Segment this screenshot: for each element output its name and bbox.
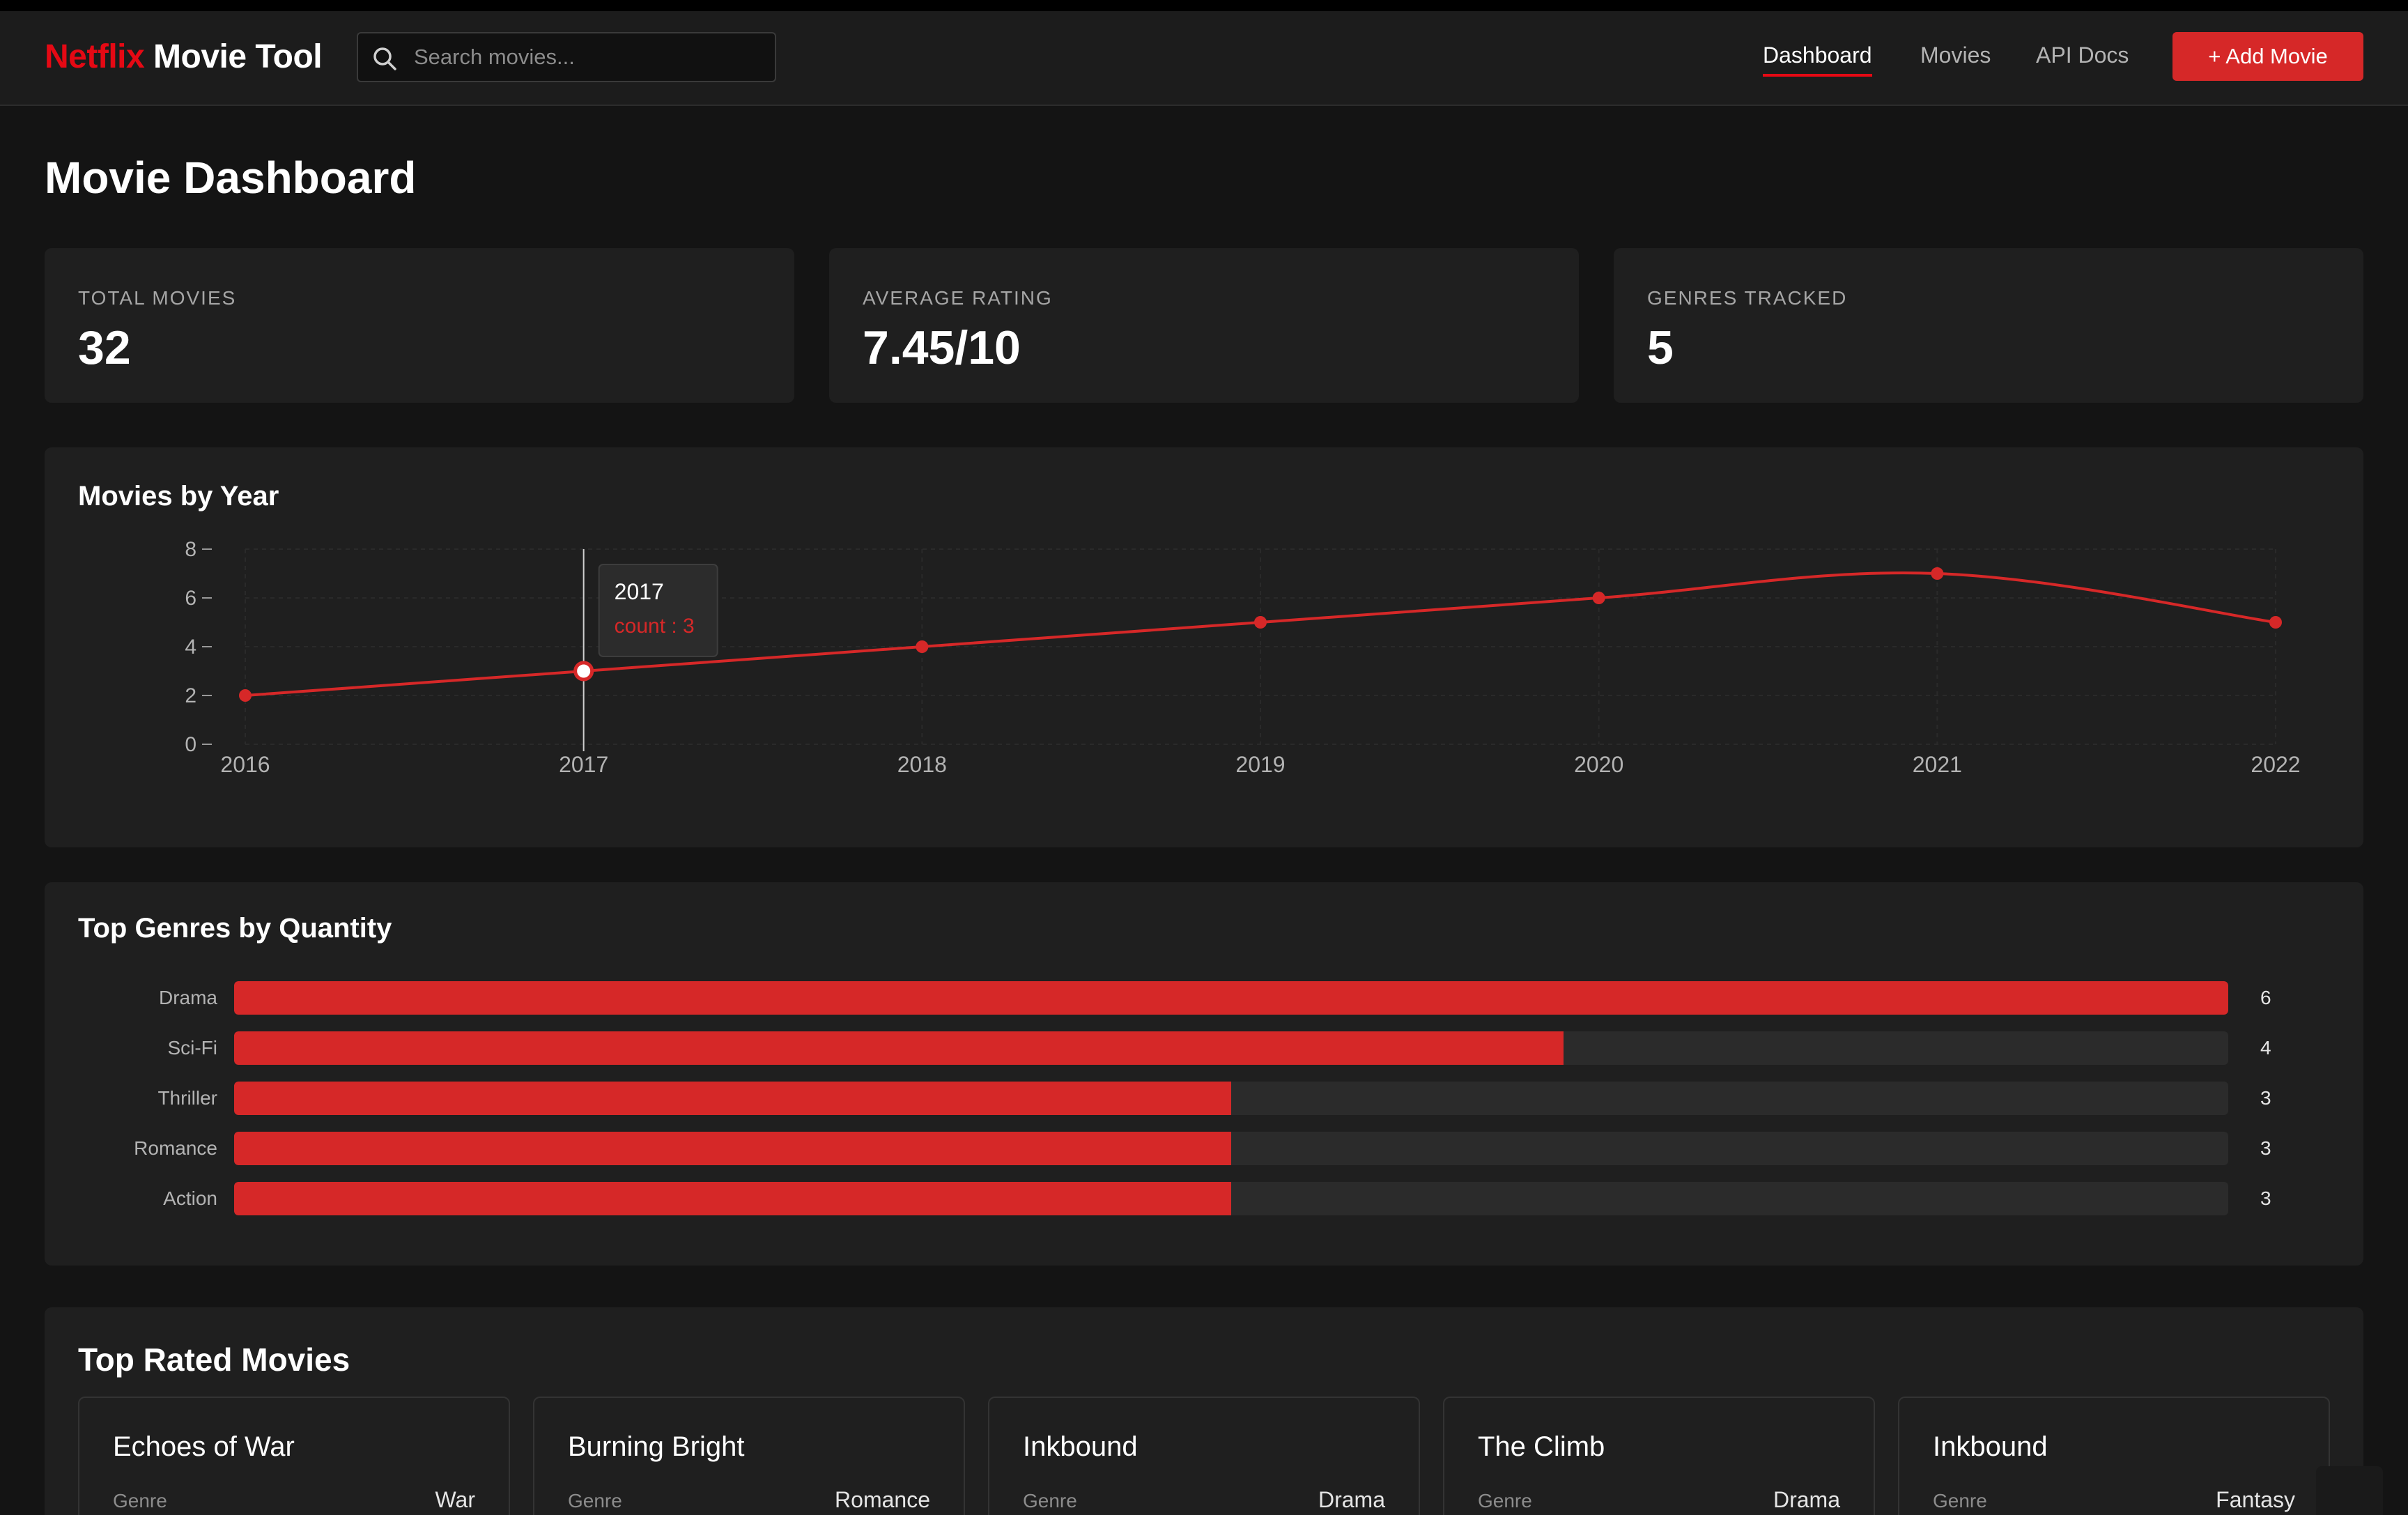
genre-bar[interactable] <box>234 1031 1564 1065</box>
movie-card[interactable]: Echoes of War Genre War <box>78 1397 510 1515</box>
y-tick-label: 2 <box>185 684 196 707</box>
stat-value: 7.45/10 <box>863 321 1021 374</box>
floating-corner-widget <box>2316 1466 2383 1515</box>
data-point[interactable] <box>1592 592 1605 604</box>
data-point[interactable] <box>1931 567 1944 580</box>
tooltip-box <box>598 564 718 657</box>
movie-genre-value: Drama <box>1318 1487 1385 1512</box>
nav-link-dashboard[interactable]: Dashboard <box>1763 43 1872 77</box>
movie-genre-value: Romance <box>835 1487 930 1512</box>
stat-label: TOTAL MOVIES <box>78 287 237 309</box>
genre-label: Drama <box>158 987 217 1008</box>
section-title: Top Genres by Quantity <box>78 913 392 944</box>
stat-card-genres-tracked: GENRES TRACKED 5 <box>1614 248 2363 403</box>
x-tick-label: 2019 <box>1235 752 1285 777</box>
x-tick-label: 2020 <box>1574 752 1623 777</box>
genre-count: 6 <box>2260 987 2271 1008</box>
movie-genre-value: War <box>435 1487 475 1512</box>
movies-by-year-card: Movies by Year 0 2 4 6 8 2016 2017 2018 2019 2020… <box>45 447 2363 847</box>
movie-card[interactable]: Burning Bright Genre Romance <box>533 1397 965 1515</box>
genre-bar-track <box>234 1082 2228 1115</box>
data-point-active[interactable] <box>573 661 594 682</box>
genre-bar-track <box>234 981 2228 1015</box>
x-tick-label: 2016 <box>220 752 270 777</box>
movie-title: Burning Bright <box>568 1431 745 1462</box>
data-point[interactable] <box>916 640 929 653</box>
movie-genre-key: Genre <box>1478 1490 1532 1512</box>
genre-bar[interactable] <box>234 1082 1231 1115</box>
movie-card[interactable]: The Climb Genre Drama <box>1443 1397 1875 1515</box>
nav-link-movies[interactable]: Movies <box>1920 43 1991 68</box>
stat-label: GENRES TRACKED <box>1647 287 1848 309</box>
window-top-strip <box>0 0 2408 11</box>
movie-genre-key: Genre <box>1933 1490 1987 1512</box>
x-tick-label: 2022 <box>2251 752 2300 777</box>
genre-label: Action <box>163 1187 217 1209</box>
y-tick-label: 6 <box>185 587 196 610</box>
movie-card[interactable]: Inkbound Genre Drama <box>988 1397 1420 1515</box>
movie-title: Inkbound <box>1023 1431 1138 1462</box>
stat-label: AVERAGE RATING <box>863 287 1053 309</box>
search-input[interactable] <box>414 33 762 81</box>
genre-label: Romance <box>134 1137 217 1159</box>
tooltip-year: 2017 <box>615 579 664 604</box>
genre-bar-track <box>234 1031 2228 1065</box>
brand-logo[interactable]: Netflix Movie Tool <box>45 38 323 76</box>
genre-row: Sci-Fi 4 <box>45 1031 2344 1065</box>
data-point[interactable] <box>239 689 252 702</box>
genre-row: Drama 6 <box>45 981 2344 1015</box>
genre-row: Action 3 <box>45 1182 2344 1215</box>
genre-label: Thriller <box>157 1087 217 1109</box>
genre-bar[interactable] <box>234 1132 1231 1165</box>
tooltip-value: count : 3 <box>615 615 695 638</box>
movie-genre-value: Drama <box>1773 1487 1840 1512</box>
movie-genre-value: Fantasy <box>2216 1487 2295 1512</box>
movie-title: The Climb <box>1478 1431 1605 1462</box>
genre-label: Sci-Fi <box>167 1037 217 1059</box>
search-box[interactable] <box>357 32 776 82</box>
movie-genre-key: Genre <box>113 1490 167 1512</box>
page-title: Movie Dashboard <box>45 153 417 203</box>
data-point[interactable] <box>1254 616 1267 629</box>
genre-bar-track <box>234 1182 2228 1215</box>
top-rated-card: Top Rated Movies Echoes of War Genre War Bu… <box>45 1307 2363 1515</box>
stat-value: 5 <box>1647 321 1674 374</box>
brand-text: Movie Tool <box>144 38 323 75</box>
genre-row: Romance 3 <box>45 1132 2344 1165</box>
movie-title: Inkbound <box>1933 1431 2048 1462</box>
data-point[interactable] <box>2269 616 2282 629</box>
nav-link-api-docs[interactable]: API Docs <box>2036 43 2129 68</box>
movie-title: Echoes of War <box>113 1431 295 1462</box>
movie-card[interactable]: Inkbound Genre Fantasy <box>1898 1397 2330 1515</box>
top-navbar: Netflix Movie Tool Dashboard Movies API … <box>0 11 2408 106</box>
genre-bar-chart: Drama 6 Sci-Fi 4 Thriller 3 Romance 3 Action 3 <box>45 981 2363 1246</box>
movie-genre-key: Genre <box>1023 1490 1077 1512</box>
section-title: Top Rated Movies <box>78 1341 350 1378</box>
top-genres-card: Top Genres by Quantity Drama 6 Sci-Fi 4 Thri… <box>45 882 2363 1266</box>
y-tick-label: 8 <box>185 538 196 561</box>
genre-count: 3 <box>2260 1187 2271 1209</box>
genre-row: Thriller 3 <box>45 1082 2344 1115</box>
genre-bar[interactable] <box>234 1182 1231 1215</box>
genre-bar[interactable] <box>234 981 2228 1015</box>
search-icon <box>373 47 396 70</box>
stat-card-total-movies: TOTAL MOVIES 32 <box>45 248 794 403</box>
genre-count: 3 <box>2260 1087 2271 1109</box>
stat-value: 32 <box>78 321 131 374</box>
x-tick-label: 2021 <box>1913 752 1962 777</box>
genre-count: 3 <box>2260 1137 2271 1159</box>
genre-bar-track <box>234 1132 2228 1165</box>
y-tick-label: 4 <box>185 636 196 659</box>
x-tick-label: 2018 <box>897 752 947 777</box>
genre-count: 4 <box>2260 1037 2271 1059</box>
add-movie-button[interactable]: + Add Movie <box>2172 32 2363 81</box>
movie-genre-key: Genre <box>568 1490 622 1512</box>
brand-accent: Netflix <box>45 38 145 75</box>
x-tick-label: 2017 <box>559 752 608 777</box>
line-chart: 0 2 4 6 8 2016 2017 2018 2019 2020 2021 2022 2017 cou… <box>185 538 2300 777</box>
y-tick-label: 0 <box>185 733 196 756</box>
stat-card-average-rating: AVERAGE RATING 7.45/10 <box>829 248 1579 403</box>
